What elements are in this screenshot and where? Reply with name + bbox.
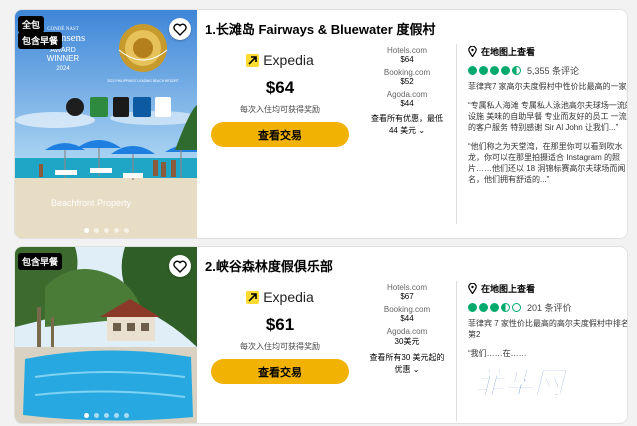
all-offers-text: 查看所有优惠，最低 [371,114,443,123]
view-deal-button[interactable]: 查看交易 [211,122,349,147]
map-link-label: 在地图上查看 [481,47,536,57]
divider [456,44,457,224]
map-link[interactable]: 在地图上查看 [468,45,627,58]
site-price[interactable]: $67 [367,292,447,301]
all-offers-link[interactable]: 查看所有优惠，最低 44 美元 ⌄ [367,113,447,137]
carousel-dots [15,228,197,233]
site-name[interactable]: Booking.com [367,68,447,77]
site-name[interactable]: Booking.com [367,305,447,314]
expedia-arrow-icon [246,53,260,67]
map-link-label: 在地图上查看 [481,284,536,294]
hotel-title[interactable]: 1.长滩岛 Fairways & Bluewater 度假村 [205,19,435,38]
breakfast-badge: 包含早餐 [18,253,63,270]
provider: Expedia [205,289,355,305]
carousel-dot[interactable] [113,228,119,233]
reviews-panel: 在地图上查看 5,355 条评论 菲律宾7 家高尔夫度假村中性价比最高的一家 “… [468,45,627,185]
carousel-dot[interactable] [103,228,109,233]
main-deal: Expedia $64 每次入住均可获得奖励 查看交易 [205,52,355,147]
location-pin-icon [468,283,477,294]
hotel-title[interactable]: 2.峡谷森林度假俱乐部 [205,256,333,275]
site-price[interactable]: $44 [367,314,447,323]
reward-note: 每次入住均可获得奖励 [240,342,320,351]
all-offers-link[interactable]: 查看所有30 美元起的 优惠 ⌄ [367,352,447,376]
other-sites: Hotels.com $67 Booking.com $44 Agoda.com… [367,283,447,376]
heart-icon [173,23,187,36]
watermark-text: 菲华网 [474,366,568,400]
save-heart-button[interactable] [169,18,191,40]
review-count[interactable]: 201 条评价 [527,301,572,314]
rating-bubble-icon [479,303,488,312]
photo-caption: Beachfront Property [51,198,132,208]
review-count[interactable]: 5,355 条评论 [527,64,579,77]
provider-name: Expedia [263,52,314,68]
main-deal: Expedia $61 每次入住均可获得奖励 查看交易 [205,289,355,384]
view-deal-button[interactable]: 查看交易 [211,359,349,384]
carousel-dot[interactable] [93,228,99,233]
rating[interactable]: 201 条评价 [468,301,627,314]
save-heart-button[interactable] [169,255,191,277]
rating-bubble-icon [501,303,510,312]
hotel-card: CONDÉ NAST Johansens AWARD WINNER 2024 2… [14,9,628,239]
carousel-dots [15,413,197,418]
breakfast-badge: 包含早餐 [18,32,63,49]
rating-bubble-icon [501,66,510,75]
provider: Expedia [205,52,355,68]
all-inclusive-badge: 全包 [18,16,45,33]
site-price[interactable]: $44 [367,99,447,108]
carousel-dot[interactable] [123,228,129,233]
expedia-arrow-icon [246,290,260,304]
hotel-photo[interactable]: 包含早餐 [15,247,197,423]
other-sites: Hotels.com $64 Booking.com $52 Agoda.com… [367,46,447,137]
price: $64 [265,78,295,97]
reward-note: 每次入住均可获得奖励 [240,105,320,114]
rating-bubble-icon [479,66,488,75]
site-name[interactable]: Agoda.com [367,90,447,99]
location-pin-icon [468,46,477,57]
divider [456,281,457,421]
carousel-dot[interactable] [123,413,129,418]
all-offers-text: 44 美元 ⌄ [388,126,426,135]
award-text: 2024 [56,66,70,72]
rating-bubble-icon [512,303,521,312]
site-price[interactable]: $52 [367,77,447,86]
rating-bubble-icon [468,303,477,312]
pool-resort-image [15,247,197,423]
all-offers-text: 查看所有30 美元起的 [369,353,445,362]
carousel-dot[interactable] [113,413,119,418]
site-price[interactable]: 30美元 [367,336,447,347]
chevron-down-icon: ⌄ [418,126,426,135]
carousel-dot[interactable] [83,228,89,233]
award-text: 2022 PHILIPPINES' LEADING BEACH RESORT [107,79,178,83]
review-quote[interactable]: “我们……在…… [468,348,627,359]
review-quote[interactable]: “他们称之为天堂湾，在那里你可以看到吹水龙，你可以在那里拍摄适合 Instagr… [468,141,627,185]
hotel-photo[interactable]: CONDÉ NAST Johansens AWARD WINNER 2024 2… [15,10,197,238]
rating-bubble-icon [490,66,499,75]
site-name[interactable]: Agoda.com [367,327,447,336]
map-link[interactable]: 在地图上查看 [468,282,627,295]
review-quote[interactable]: “专属私人海滩 专属私人泳池高尔夫球场一流的设施 美味的自助早餐 专业而友好的员… [468,100,627,133]
watermark-logo: 菲华网 [474,366,569,401]
award-text: WINNER [47,54,80,63]
provider-name: Expedia [263,289,314,305]
site-price[interactable]: $64 [367,55,447,64]
site-name[interactable]: Hotels.com [367,283,447,292]
reviews-panel: 在地图上查看 201 条评价 菲律宾 7 家性价比最高的高尔夫度假村中排名第2 … [468,282,627,359]
rating-bubble-icon [468,66,477,75]
ranking-text[interactable]: 菲律宾7 家高尔夫度假村中性价比最高的一家 [468,81,627,92]
carousel-dot[interactable] [93,413,99,418]
rating-bubble-icon [512,66,521,75]
rating[interactable]: 5,355 条评论 [468,64,627,77]
all-offers-text: 优惠 ⌄ [394,365,420,374]
heart-icon [173,260,187,273]
site-name[interactable]: Hotels.com [367,46,447,55]
chevron-down-icon: ⌄ [412,365,420,374]
rating-bubble-icon [490,303,499,312]
ranking-text[interactable]: 菲律宾 7 家性价比最高的高尔夫度假村中排名第2 [468,318,627,340]
carousel-dot[interactable] [83,413,89,418]
price: $61 [265,315,295,334]
carousel-dot[interactable] [103,413,109,418]
